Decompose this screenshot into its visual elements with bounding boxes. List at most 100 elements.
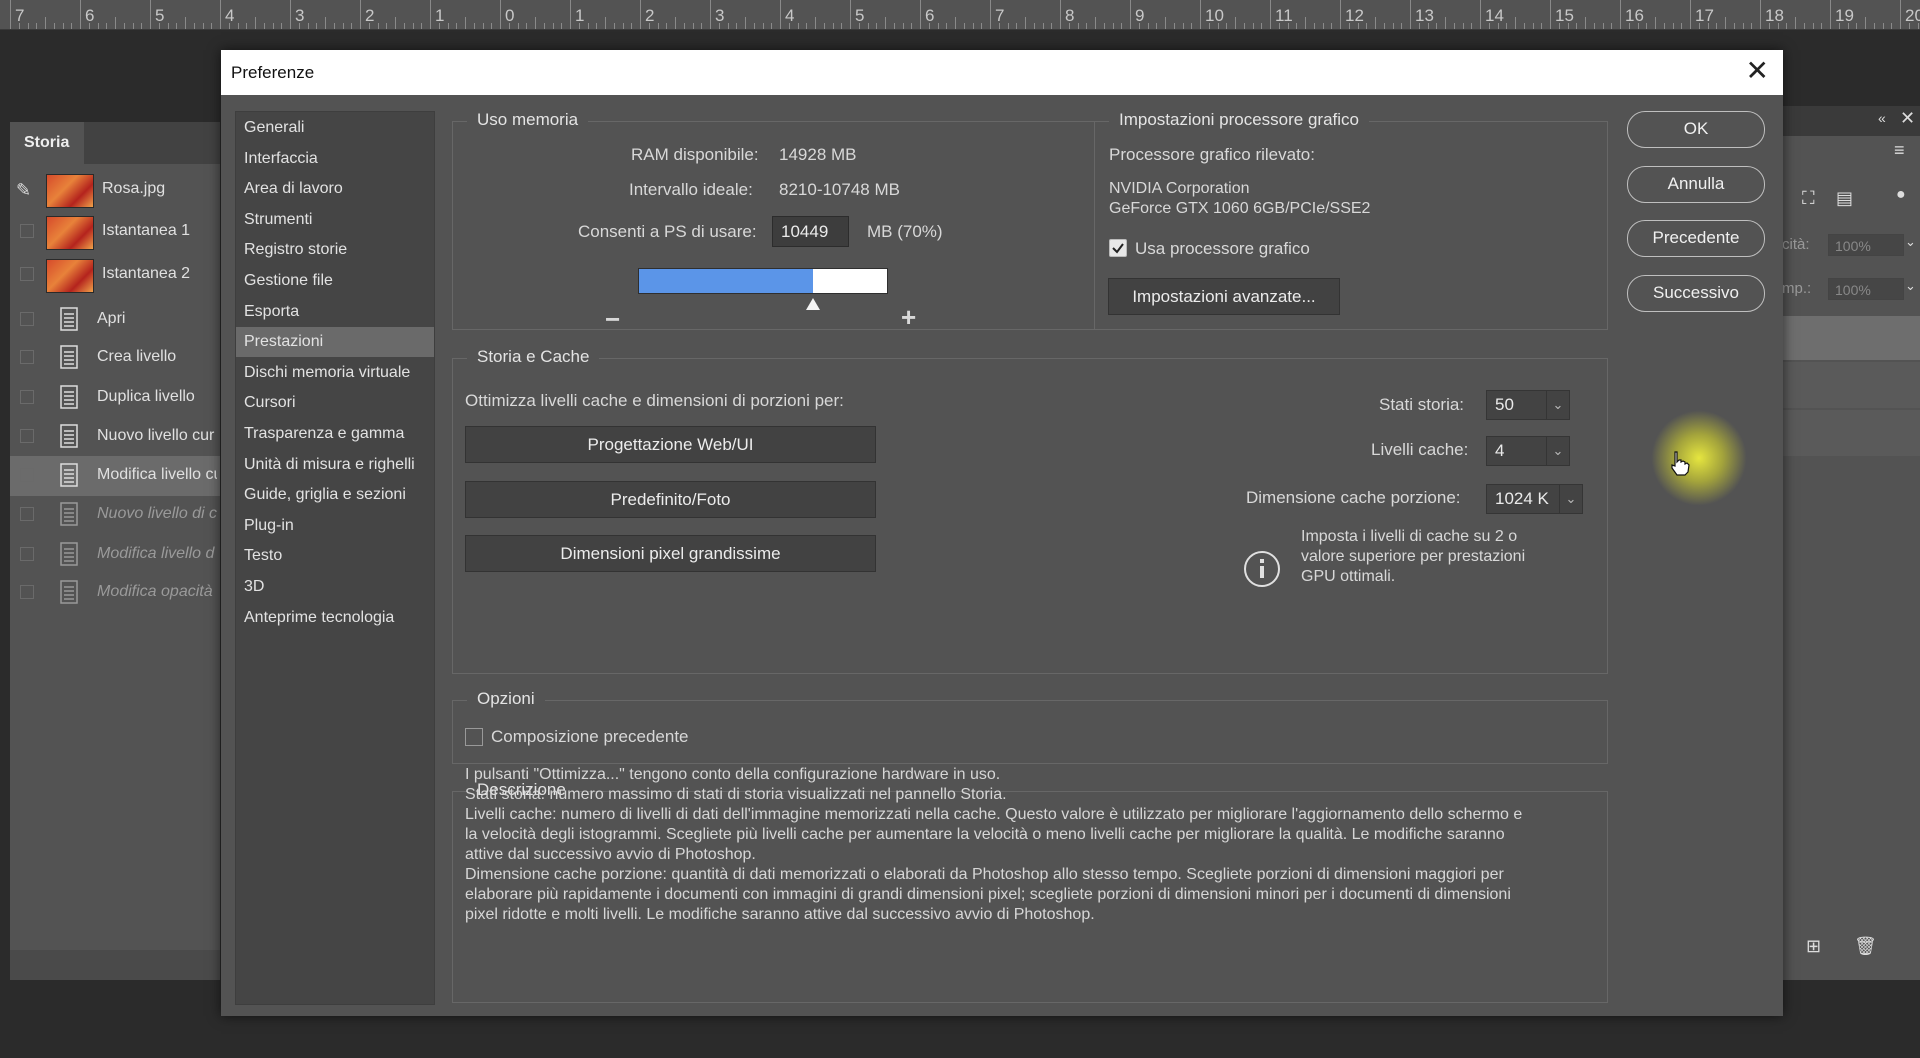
- panel-menu-icon[interactable]: ≡: [1894, 140, 1905, 161]
- tile-size-combo[interactable]: 1024 K ⌄: [1486, 484, 1583, 514]
- nav-item[interactable]: Anteprime tecnologia: [236, 603, 434, 633]
- ruler-tick: [1270, 0, 1271, 29]
- history-item[interactable]: Nuovo livello cur: [10, 417, 220, 457]
- nav-item[interactable]: 3D: [236, 572, 434, 602]
- ruler-minor-tick: [438, 23, 440, 29]
- chevron-down-icon[interactable]: ⌄: [1905, 234, 1916, 250]
- next-button[interactable]: Successivo: [1627, 275, 1765, 312]
- description-line: Dimensione cache porzione: quantità di d…: [465, 866, 1504, 883]
- document-icon[interactable]: ▤: [1836, 188, 1853, 209]
- nav-item[interactable]: Testo: [236, 541, 434, 571]
- history-tab[interactable]: Storia: [10, 122, 84, 164]
- chevron-down-icon[interactable]: ⌄: [1559, 485, 1582, 513]
- history-item[interactable]: Modifica livello d: [10, 535, 220, 575]
- layer-row[interactable]: [1782, 316, 1920, 360]
- ruler-minor-tick: [771, 23, 773, 29]
- increase-icon[interactable]: +: [901, 302, 916, 333]
- legacy-compositing-checkbox[interactable]: [465, 728, 483, 746]
- history-item[interactable]: Apri: [10, 300, 220, 340]
- ruler-tick: [10, 0, 11, 29]
- history-item[interactable]: Crea livello: [10, 338, 220, 378]
- ruler-minor-tick: [1313, 23, 1315, 29]
- ok-button[interactable]: OK: [1627, 111, 1765, 148]
- history-item[interactable]: Duplica livello: [10, 378, 220, 418]
- trash-icon[interactable]: 🗑: [1854, 936, 1877, 957]
- memory-slider[interactable]: [638, 268, 888, 294]
- chevron-down-icon[interactable]: ⌄: [1546, 437, 1569, 465]
- layers-panel: « ✕ ≡ ⛶ ▤ ● cità: 100% ⌄ mp.: 100% ⌄ ⊞ 🗑: [1782, 106, 1920, 980]
- ruler-minor-tick: [508, 23, 510, 29]
- history-item[interactable]: Istantanea 1: [10, 212, 220, 252]
- ruler-minor-tick: [1208, 23, 1210, 29]
- history-item[interactable]: Modifica opacità: [10, 573, 220, 613]
- nav-item[interactable]: Generali: [236, 113, 434, 143]
- nav-item[interactable]: Esporta: [236, 297, 434, 327]
- previous-button[interactable]: Precedente: [1627, 220, 1765, 257]
- nav-item[interactable]: Cursori: [236, 388, 434, 418]
- advanced-settings-button[interactable]: Impostazioni avanzate...: [1108, 278, 1340, 315]
- ruler-minor-tick: [167, 23, 169, 29]
- ruler-minor-tick: [141, 23, 143, 29]
- ruler-minor-tick: [1427, 23, 1429, 29]
- optimize-web-ui-button[interactable]: Progettazione Web/UI: [465, 426, 876, 463]
- history-item[interactable]: Nuovo livello di c: [10, 495, 220, 535]
- nav-item[interactable]: Registro storie: [236, 235, 434, 265]
- chevron-down-icon[interactable]: ⌄: [1905, 278, 1916, 294]
- dialog-title: Preferenze: [231, 63, 315, 82]
- layer-row[interactable]: [1782, 410, 1920, 456]
- ruler-minor-tick: [211, 23, 213, 29]
- layer-row[interactable]: [1782, 362, 1920, 408]
- lock-dot-icon: ●: [1896, 186, 1906, 203]
- nav-item[interactable]: Plug-in: [236, 511, 434, 541]
- history-source-checkbox[interactable]: [20, 585, 34, 599]
- history-item[interactable]: Istantanea 2: [10, 255, 220, 295]
- nav-item[interactable]: Gestione file: [236, 266, 434, 296]
- ruler-minor-tick: [1173, 23, 1175, 29]
- use-gpu-checkbox[interactable]: [1109, 239, 1127, 257]
- history-source-checkbox[interactable]: [20, 429, 34, 443]
- memory-slider-thumb[interactable]: [806, 298, 820, 310]
- history-states-combo[interactable]: 50 ⌄: [1486, 390, 1570, 420]
- history-source-checkbox[interactable]: [20, 224, 34, 238]
- optimize-default-photo-button[interactable]: Predefinito/Foto: [465, 481, 876, 518]
- nav-item[interactable]: Dischi memoria virtuale: [236, 358, 434, 388]
- chevron-down-icon[interactable]: ⌄: [1546, 391, 1569, 419]
- history-source-checkbox[interactable]: [20, 267, 34, 281]
- close-icon[interactable]: ✕: [1746, 56, 1769, 86]
- history-source-checkbox[interactable]: [20, 350, 34, 364]
- history-brush-icon[interactable]: ✎: [16, 180, 31, 201]
- new-layer-icon[interactable]: ⊞: [1806, 936, 1821, 957]
- history-source-checkbox[interactable]: [20, 390, 34, 404]
- opacity-field[interactable]: 100%: [1828, 234, 1904, 256]
- fill-label: mp.:: [1782, 280, 1812, 297]
- history-source-checkbox[interactable]: [20, 312, 34, 326]
- optimize-huge-pixel-button[interactable]: Dimensioni pixel grandissime: [465, 535, 876, 572]
- ruler-minor-tick: [753, 23, 755, 29]
- nav-item[interactable]: Trasparenza e gamma: [236, 419, 434, 449]
- nav-item[interactable]: Prestazioni: [236, 327, 434, 358]
- history-source-checkbox[interactable]: [20, 468, 34, 482]
- history-item-label: Apri: [97, 310, 126, 327]
- close-icon[interactable]: ✕: [1900, 108, 1915, 129]
- ruler-tick: [570, 0, 571, 29]
- nav-item[interactable]: Guide, griglia e sezioni: [236, 480, 434, 510]
- history-source-checkbox[interactable]: [20, 507, 34, 521]
- ruler-minor-tick: [1418, 23, 1420, 29]
- history-item[interactable]: Modifica livello cu: [10, 456, 220, 496]
- history-item[interactable]: ✎ Rosa.jpg: [10, 170, 220, 210]
- cancel-button[interactable]: Annulla: [1627, 166, 1765, 203]
- ruler-tick: [80, 0, 81, 29]
- nav-item[interactable]: Area di lavoro: [236, 174, 434, 204]
- history-item-label: Rosa.jpg: [102, 180, 166, 197]
- nav-item[interactable]: Unità di misura e righelli: [236, 450, 434, 480]
- ruler-minor-tick: [1095, 17, 1096, 29]
- fill-field[interactable]: 100%: [1828, 278, 1904, 300]
- nav-item[interactable]: Strumenti: [236, 205, 434, 235]
- collapse-icon[interactable]: «: [1878, 110, 1886, 126]
- transform-icon[interactable]: ⛶: [1802, 188, 1815, 209]
- nav-item[interactable]: Interfaccia: [236, 144, 434, 174]
- memory-amount-input[interactable]: 10449: [772, 216, 849, 247]
- cache-levels-combo[interactable]: 4 ⌄: [1486, 436, 1570, 466]
- history-source-checkbox[interactable]: [20, 547, 34, 561]
- decrease-icon[interactable]: −: [605, 304, 620, 335]
